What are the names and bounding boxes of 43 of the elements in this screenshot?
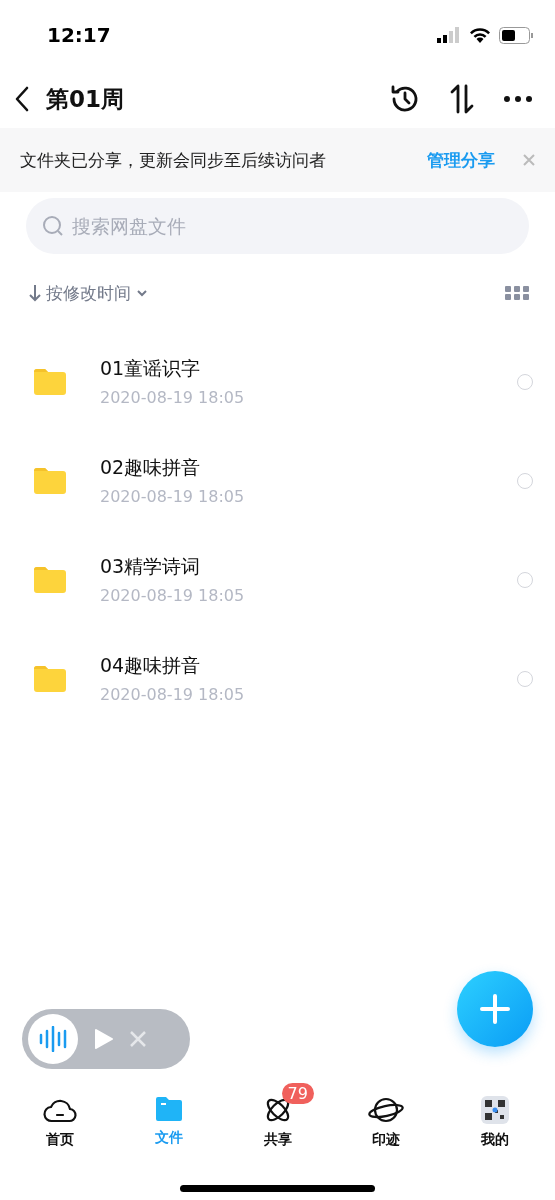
folder-icon [34,566,66,593]
folder-row[interactable]: 01童谣识字 2020-08-19 18:05 [0,332,555,431]
waveform-icon[interactable] [28,1014,78,1064]
more-icon [503,95,533,103]
qr-code-icon [480,1095,510,1125]
add-button[interactable] [457,971,533,1047]
arrow-down-icon [28,284,42,302]
plus-icon [480,994,510,1024]
folder-icon [153,1095,184,1123]
modified-date: 2020-08-19 18:05 [100,586,246,605]
search-field[interactable]: 搜索网盘文件 [26,198,529,254]
tab-bar-item[interactable]: 首页 [12,1083,108,1149]
status-time: 12:17 [47,23,111,47]
folder-row[interactable]: 02趣味拼音 2020-08-19 18:05 [0,431,555,530]
tab-bar-item[interactable]: 印迹 [338,1083,435,1149]
close-icon[interactable] [523,154,535,166]
folder-icon [34,665,66,692]
share-notice: 文件夹已分享，更新会同步至后续访问者 [20,148,327,172]
wifi-icon [469,27,491,43]
signal-icon [437,27,461,43]
tab-bar-item[interactable]: 我的 [447,1083,543,1149]
search-icon [42,215,64,237]
folder-row[interactable]: 04趣味拼音 2020-08-19 18:05 [0,629,555,728]
tab-bar-item[interactable]: 共享 79 [229,1083,326,1149]
folder-name: 03精学诗词 [100,554,202,579]
folder-name: 04趣味拼音 [100,653,202,678]
notification-badge: 79 [281,1083,314,1104]
modified-date: 2020-08-19 18:05 [100,487,246,506]
modified-date: 2020-08-19 18:05 [100,685,246,704]
sort-dropdown[interactable]: 按修改时间 [28,281,149,305]
play-icon[interactable] [94,1028,114,1050]
page-title: 第01周 [46,84,125,114]
chevron-down-icon [135,288,149,298]
folder-icon [34,368,66,395]
folder-icon [34,467,66,494]
back-icon[interactable] [14,86,30,112]
folder-name: 01童谣识字 [100,356,202,381]
battery-icon [499,26,533,44]
planet-icon [368,1095,405,1125]
modified-date: 2020-08-19 18:05 [100,388,246,407]
folder-row[interactable]: 03精学诗词 2020-08-19 18:05 [0,530,555,629]
folder-name: 02趣味拼音 [100,455,202,480]
grid-view-icon[interactable] [505,286,529,300]
